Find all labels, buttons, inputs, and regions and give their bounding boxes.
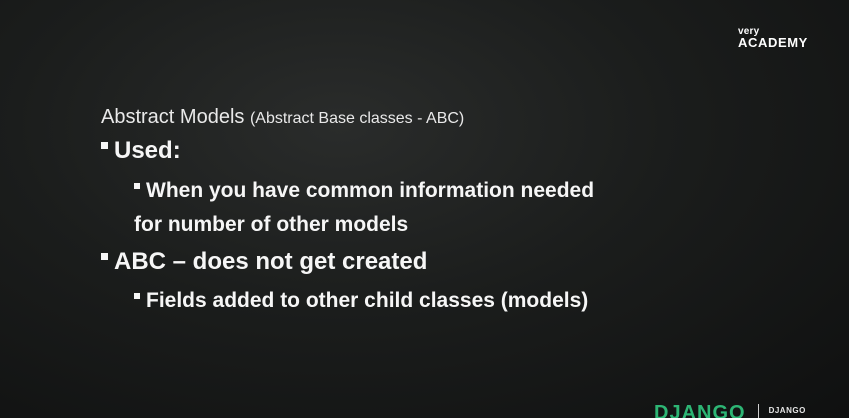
django-small-text: DJANGO [768,406,806,415]
logo-big-text: ACADEMY [738,35,808,50]
bullet-square-icon [101,142,108,150]
sub-bullet-common-info-text: When you have common information needed [146,179,595,202]
footer-branding: DJANGO DJANGO [654,398,806,418]
sub-bullet-common-info-continuation: for number of other models [134,213,409,236]
sub-bullet-fields: Fields added to other child classes (mod… [134,285,588,316]
bullet-used: Used: [101,137,181,165]
very-academy-logo: very ACADEMY [738,27,808,50]
slide-title-main: Abstract Models [101,106,245,128]
sub-bullet-fields-text: Fields added to other child classes (mod… [146,289,589,312]
bullet-used-text: Used: [114,137,181,164]
bullet-square-icon [101,253,108,261]
bullet-abc-text: ABC – does not get created [114,248,428,275]
slide-title-sub: (Abstract Base classes - ABC) [249,110,465,127]
sub-bullet-common-info: When you have common information needed [134,175,594,206]
footer-divider [757,404,759,418]
bullet-abc: ABC – does not get created [101,248,427,276]
presentation-slide: very ACADEMY Abstract Models (Abstract B… [0,0,849,418]
bullet-square-icon [134,293,140,300]
django-brand-text: DJANGO [654,402,746,418]
slide-title: Abstract Models (Abstract Base classes -… [101,106,464,129]
bullet-square-icon [134,183,140,190]
